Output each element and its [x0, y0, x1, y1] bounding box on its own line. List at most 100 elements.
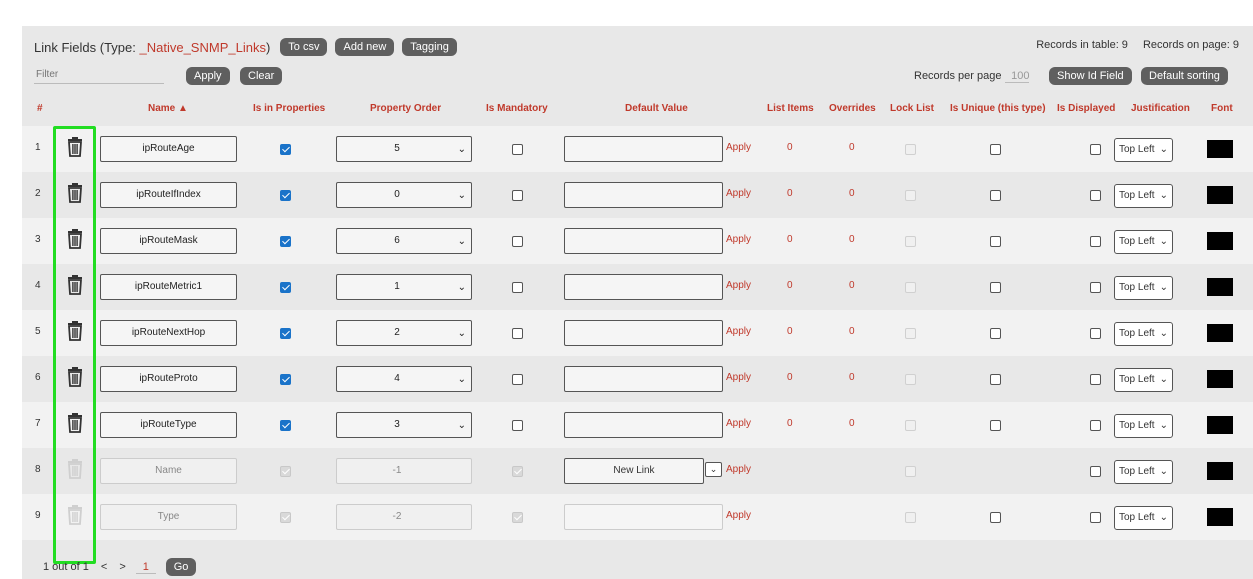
- default-value-apply-link[interactable]: Apply: [726, 188, 751, 199]
- show-id-field-button[interactable]: Show Id Field: [1049, 67, 1132, 85]
- overrides-count[interactable]: 0: [849, 372, 855, 383]
- list-items-count[interactable]: 0: [787, 142, 793, 153]
- name-field[interactable]: ipRouteMask: [100, 228, 237, 254]
- add-new-button[interactable]: Add new: [335, 38, 395, 56]
- justification-select[interactable]: Top Left ⌄: [1114, 230, 1173, 254]
- default-value-apply-link[interactable]: Apply: [726, 510, 751, 521]
- is-mandatory-checkbox[interactable]: [512, 190, 523, 201]
- property-order-select[interactable]: 4 ⌄: [336, 366, 472, 392]
- trash-icon[interactable]: [66, 367, 86, 389]
- is-in-properties-checkbox[interactable]: [280, 190, 291, 201]
- default-value-input[interactable]: [564, 366, 723, 392]
- default-value-input[interactable]: [564, 136, 723, 162]
- col-is-unique[interactable]: Is Unique (this type): [950, 103, 1046, 114]
- overrides-count[interactable]: 0: [849, 234, 855, 245]
- filter-input[interactable]: [34, 66, 164, 84]
- col-lock-list[interactable]: Lock List: [890, 103, 934, 114]
- name-field[interactable]: ipRouteIfIndex: [100, 182, 237, 208]
- is-mandatory-checkbox[interactable]: [512, 282, 523, 293]
- tagging-button[interactable]: Tagging: [402, 38, 457, 56]
- overrides-count[interactable]: 0: [849, 280, 855, 291]
- pager-page-input[interactable]: 1: [135, 561, 156, 574]
- is-unique-checkbox[interactable]: [990, 282, 1001, 293]
- is-unique-checkbox[interactable]: [990, 190, 1001, 201]
- name-field[interactable]: ipRouteNextHop: [100, 320, 237, 346]
- overrides-count[interactable]: 0: [849, 142, 855, 153]
- default-value-apply-link[interactable]: Apply: [726, 326, 751, 337]
- is-unique-checkbox[interactable]: [990, 328, 1001, 339]
- justification-select[interactable]: Top Left ⌄: [1114, 368, 1173, 392]
- list-items-count[interactable]: 0: [787, 372, 793, 383]
- default-sorting-button[interactable]: Default sorting: [1141, 67, 1228, 85]
- font-color-swatch[interactable]: [1207, 462, 1233, 480]
- default-value-apply-link[interactable]: Apply: [726, 280, 751, 291]
- trash-icon[interactable]: [66, 229, 86, 251]
- justification-select[interactable]: Top Left ⌄: [1114, 276, 1173, 300]
- property-order-select[interactable]: 6 ⌄: [336, 228, 472, 254]
- is-in-properties-checkbox[interactable]: [280, 328, 291, 339]
- default-value-select[interactable]: New Link: [564, 458, 704, 484]
- trash-icon[interactable]: [66, 413, 86, 435]
- list-items-count[interactable]: 0: [787, 188, 793, 199]
- justification-select[interactable]: Top Left ⌄: [1114, 322, 1173, 346]
- is-unique-checkbox[interactable]: [990, 512, 1001, 523]
- is-unique-checkbox[interactable]: [990, 420, 1001, 431]
- font-color-swatch[interactable]: [1207, 508, 1233, 526]
- font-color-swatch[interactable]: [1207, 416, 1233, 434]
- records-per-page-input[interactable]: 100: [1005, 70, 1030, 83]
- justification-select[interactable]: Top Left ⌄: [1114, 184, 1173, 208]
- col-font[interactable]: Font: [1211, 103, 1233, 114]
- property-order-select[interactable]: 1 ⌄: [336, 274, 472, 300]
- is-unique-checkbox[interactable]: [990, 374, 1001, 385]
- font-color-swatch[interactable]: [1207, 324, 1233, 342]
- col-is-displayed[interactable]: Is Displayed: [1057, 103, 1115, 114]
- col-justification[interactable]: Justification: [1131, 103, 1190, 114]
- name-field[interactable]: ipRouteProto: [100, 366, 237, 392]
- overrides-count[interactable]: 0: [849, 188, 855, 199]
- font-color-swatch[interactable]: [1207, 370, 1233, 388]
- col-name[interactable]: Name ▲: [148, 103, 188, 114]
- trash-icon[interactable]: [66, 183, 86, 205]
- is-mandatory-checkbox[interactable]: [512, 328, 523, 339]
- justification-select[interactable]: Top Left ⌄: [1114, 138, 1173, 162]
- trash-icon[interactable]: [66, 275, 86, 297]
- is-in-properties-checkbox[interactable]: [280, 374, 291, 385]
- list-items-count[interactable]: 0: [787, 234, 793, 245]
- justification-select[interactable]: Top Left ⌄: [1114, 460, 1173, 484]
- font-color-swatch[interactable]: [1207, 140, 1233, 158]
- is-displayed-checkbox[interactable]: [1090, 420, 1101, 431]
- default-value-apply-link[interactable]: Apply: [726, 418, 751, 429]
- is-in-properties-checkbox[interactable]: [280, 144, 291, 155]
- is-unique-checkbox[interactable]: [990, 144, 1001, 155]
- is-displayed-checkbox[interactable]: [1090, 144, 1101, 155]
- col-is-in-properties[interactable]: Is in Properties: [253, 103, 325, 114]
- default-value-input[interactable]: [564, 182, 723, 208]
- is-displayed-checkbox[interactable]: [1090, 374, 1101, 385]
- property-order-select[interactable]: 2 ⌄: [336, 320, 472, 346]
- default-value-apply-link[interactable]: Apply: [726, 464, 751, 475]
- property-order-select[interactable]: 5 ⌄: [336, 136, 472, 162]
- pager-go-button[interactable]: Go: [165, 558, 197, 576]
- is-in-properties-checkbox[interactable]: [280, 282, 291, 293]
- is-mandatory-checkbox[interactable]: [512, 236, 523, 247]
- col-property-order[interactable]: Property Order: [370, 103, 441, 114]
- is-in-properties-checkbox[interactable]: [280, 236, 291, 247]
- default-value-input[interactable]: [564, 274, 723, 300]
- default-value-apply-link[interactable]: Apply: [726, 372, 751, 383]
- default-value-input[interactable]: [564, 228, 723, 254]
- is-in-properties-checkbox[interactable]: [280, 420, 291, 431]
- col-default-value[interactable]: Default Value: [625, 103, 688, 114]
- name-field[interactable]: ipRouteMetric1: [100, 274, 237, 300]
- justification-select[interactable]: Top Left ⌄: [1114, 506, 1173, 530]
- is-displayed-checkbox[interactable]: [1090, 466, 1101, 477]
- trash-icon[interactable]: [66, 321, 86, 343]
- filter-apply-button[interactable]: Apply: [186, 67, 230, 85]
- default-value-input[interactable]: [564, 412, 723, 438]
- name-field[interactable]: ipRouteAge: [100, 136, 237, 162]
- property-order-select[interactable]: 0 ⌄: [336, 182, 472, 208]
- pager-next[interactable]: >: [119, 561, 125, 573]
- chevron-down-icon[interactable]: ⌄: [705, 462, 722, 477]
- col-overrides[interactable]: Overrides: [829, 103, 876, 114]
- property-order-select[interactable]: 3 ⌄: [336, 412, 472, 438]
- default-value-input[interactable]: [564, 320, 723, 346]
